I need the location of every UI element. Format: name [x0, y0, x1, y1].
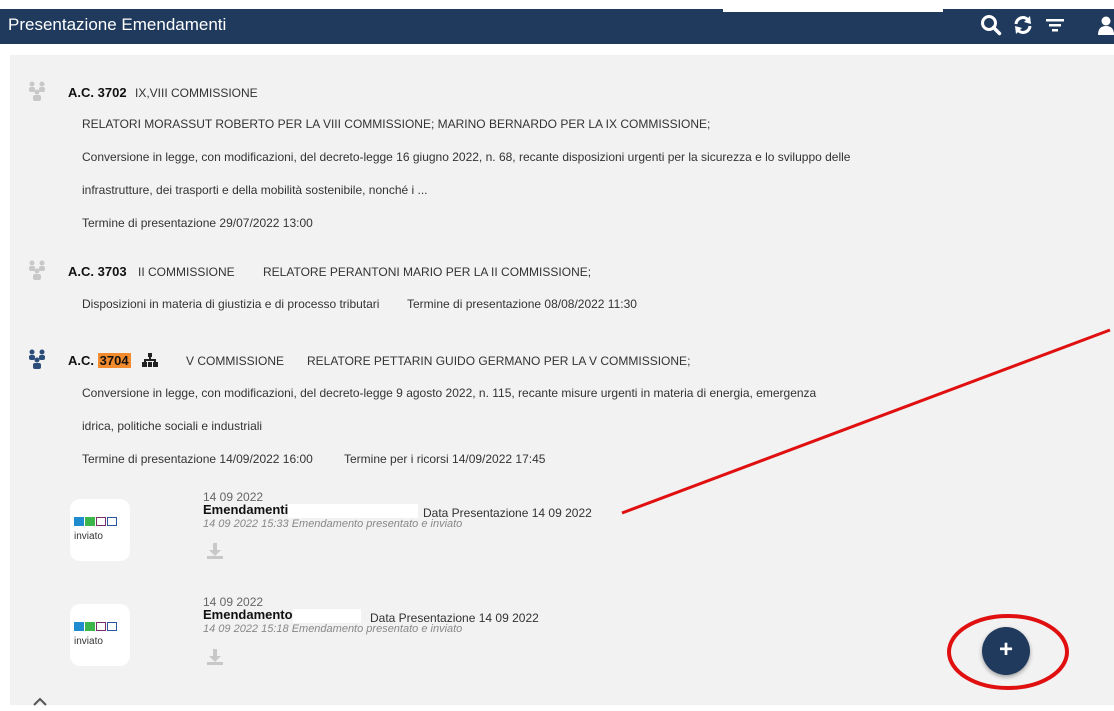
- act-deadline: Termine di presentazione 08/08/2022 11:3…: [407, 297, 637, 311]
- document-title[interactable]: Emendamento: [203, 607, 361, 623]
- add-button[interactable]: +: [982, 627, 1030, 675]
- hierarchy-icon[interactable]: [142, 353, 158, 370]
- act-description-cont: infrastrutture, dei trasporti e della mo…: [82, 183, 428, 197]
- refresh-icon[interactable]: [1012, 14, 1034, 41]
- act-commission: V COMMISSIONE: [186, 354, 285, 368]
- act-deadline: Termine di presentazione 29/07/2022 13:0…: [82, 216, 313, 230]
- act-code: A.C. 3704: [68, 353, 131, 368]
- act-description: Disposizioni in materia di giustizia e d…: [82, 297, 380, 311]
- act-list: A.C. 3702 IX,VIII COMMISSIONE RELATORI M…: [10, 55, 1114, 706]
- act-commission: IX,VIII COMMISSIONE: [135, 86, 258, 100]
- search-icon[interactable]: [980, 14, 1002, 41]
- group-icon: [26, 80, 48, 105]
- filter-icon[interactable]: [1044, 14, 1066, 41]
- act-deadline: Termine di presentazione 14/09/2022 16:0…: [82, 452, 313, 466]
- header-gap: [723, 9, 943, 12]
- page-title: Presentazione Emendamenti: [8, 15, 227, 34]
- top-bar: Presentazione Emendamenti: [0, 9, 1114, 44]
- act-rapporteurs: RELATORI MORASSUT ROBERTO PER LA VIII CO…: [82, 117, 711, 131]
- status-indicator: [74, 622, 118, 632]
- act-rapporteurs: RELATORE PERANTONI MARIO PER LA II COMMI…: [263, 265, 592, 279]
- document-log: 14 09 2022 15:33 Emendamento presentato …: [203, 518, 463, 530]
- act-code: A.C. 3702: [68, 85, 127, 100]
- act-appeal-deadline: Termine per i ricorsi 14/09/2022 17:45: [344, 452, 546, 466]
- act-rapporteurs: RELATORE PETTARIN GUIDO GERMANO PER LA V…: [307, 354, 691, 368]
- act-description-cont: idrica, politiche sociali e industriali: [82, 419, 263, 433]
- document-status-card[interactable]: inviato: [70, 604, 130, 666]
- status-indicator: [74, 517, 118, 527]
- act-number-highlight: 3704: [97, 353, 131, 368]
- act-commission: II COMMISSIONE: [138, 265, 235, 279]
- document-title[interactable]: Emendamenti: [203, 502, 419, 518]
- document-status-card[interactable]: inviato: [70, 499, 130, 561]
- group-icon: [26, 259, 48, 284]
- act-description: Conversione in legge, con modificazioni,…: [82, 150, 851, 164]
- status-label: inviato: [74, 636, 103, 647]
- download-icon[interactable]: [206, 648, 224, 671]
- document-log: 14 09 2022 15:18 Emendamento presentato …: [203, 623, 463, 635]
- group-icon: [26, 348, 48, 373]
- act-code: A.C. 3703: [68, 264, 127, 279]
- chevron-up-icon[interactable]: [32, 693, 48, 711]
- status-label: inviato: [74, 531, 103, 542]
- user-icon[interactable]: [1098, 14, 1114, 41]
- download-icon[interactable]: [206, 542, 224, 565]
- act-description: Conversione in legge, con modificazioni,…: [82, 386, 817, 400]
